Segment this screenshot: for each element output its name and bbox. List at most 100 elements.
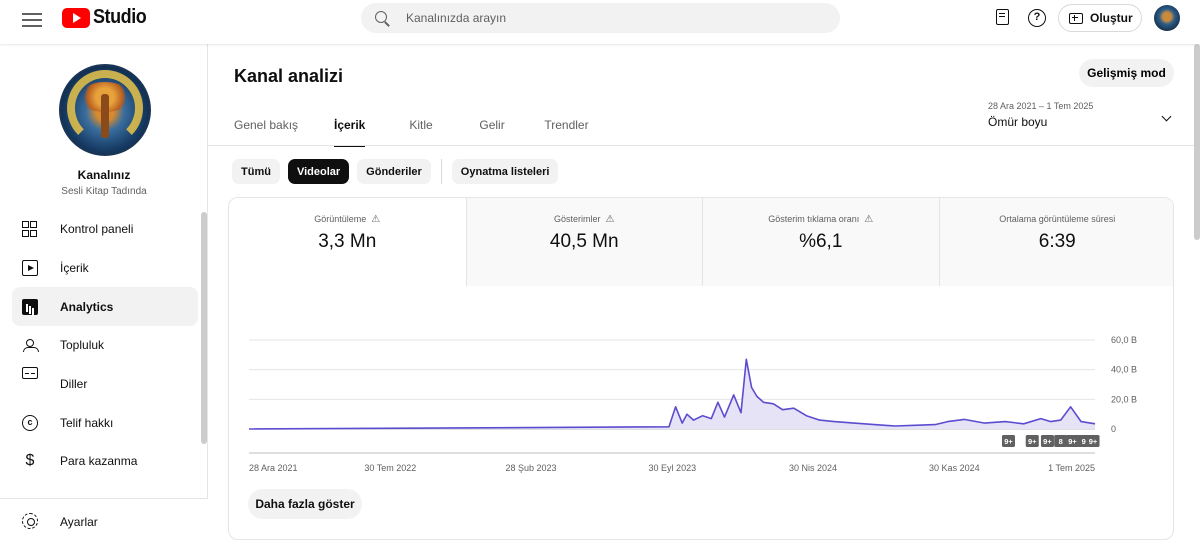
advanced-mode-button[interactable]: Gelişmiş mod [1079,59,1174,87]
date-range-picker[interactable]: 28 Ara 2021 – 1 Tem 2025 Ömür boyu [988,101,1178,133]
sidebar-item-analytics[interactable]: Analytics [12,287,198,327]
analytics-icon [22,298,38,315]
tab-content[interactable]: İçerik [334,118,366,147]
sidebar-item-community[interactable]: Topluluk [12,326,198,365]
chip-playlists[interactable]: Oynatma listeleri [451,159,559,184]
gear-icon [22,513,38,529]
sidebar-nav: Kontrol paneli İçerik Analytics Topluluk… [12,210,198,481]
sidebar: Kanalınız Sesli Kitap Tadında Kontrol pa… [0,44,208,544]
metric-label-text: Gösterim tıklama oranı [768,214,860,224]
x-tick-label: 28 Ara 2021 [249,463,298,473]
sidebar-item-copyright[interactable]: c Telif hakkı [12,403,198,442]
date-range-label: Ömür boyu [988,115,1048,129]
dashboard-icon [22,221,38,238]
copyright-icon: c [22,414,38,431]
video-marker-label: 9+ [1043,437,1052,446]
chip-all[interactable]: Tümü [232,159,280,184]
metric-label: Ortalama görüntüleme süresi [940,214,1174,224]
metric-views[interactable]: Görüntüleme ⚠ 3,3 Mn [229,198,466,286]
subtitles-icon [22,366,38,379]
add-video-icon [1069,12,1083,24]
metric-label: Gösterim tıklama oranı ⚠ [703,214,939,225]
dollar-icon: $ [25,452,35,470]
content-type-chips: Tümü Videolar Gönderiler Oynatma listele… [232,159,566,184]
sidebar-item-label: Kontrol paneli [60,222,134,237]
video-marker-label: 9+ [1004,437,1013,446]
tab-revenue[interactable]: Gelir [479,118,544,146]
help-icon[interactable]: ? [1028,9,1046,27]
sidebar-item-label: Topluluk [60,338,105,353]
account-avatar[interactable] [1154,5,1180,31]
chip-divider [440,159,442,184]
analytics-card: Görüntüleme ⚠ 3,3 Mn Gösterimler ⚠ 40,5 Mn… [228,197,1174,540]
views-chart: 60,0 B 40,0 B 20,0 B 0 9+ 9+ 9+ 8 9+ 9 9+ 28 Ara 20… [229,286,1173,486]
feedback-icon[interactable] [996,9,1009,25]
channel-handle: Sesli Kitap Tadında [61,186,147,197]
metric-avg-view-duration[interactable]: Ortalama görüntüleme süresi 6:39 [938,198,1174,286]
metric-label-text: Görüntüleme [314,214,367,224]
settings-label: Ayarlar [60,515,98,529]
sidebar-item-label: Diller [60,377,88,392]
channel-avatar[interactable] [59,64,151,156]
page-title: Kanal analizi [234,66,344,86]
tab-trends[interactable]: Trendler [544,118,588,146]
x-tick-label: 30 Nis 2024 [789,463,837,473]
date-range-dates: 28 Ara 2021 – 1 Tem 2025 [988,101,1094,111]
x-tick-label: 30 Kas 2024 [929,463,980,473]
sidebar-item-monetization[interactable]: $ Para kazanma [12,442,198,481]
warning-icon: ⚠ [864,214,874,225]
tab-overview[interactable]: Genel bakış [234,118,334,146]
create-button[interactable]: Oluştur [1058,4,1142,32]
x-tick-label: 28 Şub 2023 [505,463,556,473]
tabs-divider [208,145,1200,146]
search-input[interactable] [406,11,806,25]
community-icon [22,337,39,353]
search-bar[interactable] [361,3,840,33]
youtube-play-icon [62,7,90,28]
metric-value: 3,3 Mn [318,231,377,252]
metric-tabs: Görüntüleme ⚠ 3,3 Mn Gösterimler ⚠ 40,5 Mn… [229,198,1174,286]
content-icon [22,260,38,277]
show-more-button[interactable]: Daha fazla göster [248,489,362,519]
metric-value: %6,1 [799,231,843,252]
metric-ctr[interactable]: Gösterim tıklama oranı ⚠ %6,1 [702,198,939,286]
sidebar-item-settings[interactable]: Ayarlar [0,498,208,544]
sidebar-item-content[interactable]: İçerik [12,249,198,288]
sidebar-item-label: Analytics [60,299,114,314]
video-marker-label: 9+ [1089,437,1098,446]
sidebar-item-label: İçerik [60,261,89,276]
main-content: Kanal analizi Gelişmiş mod Genel bakış İ… [208,44,1200,544]
video-marker-label: 8 [1059,437,1063,446]
metric-label: Görüntüleme ⚠ [229,214,466,225]
analytics-tabs: Genel bakış İçerik Kitle Gelir Trendler [234,118,589,147]
video-marker-label: 9+ [1068,437,1077,446]
metric-label-text: Ortalama görüntüleme süresi [999,214,1116,224]
channel-name: Kanalınız [77,168,131,182]
chip-videos[interactable]: Videolar [287,159,350,184]
x-tick-label: 1 Tem 2025 [1048,463,1095,473]
metric-label: Gösterimler ⚠ [467,214,703,225]
main-scrollbar[interactable] [1194,44,1200,240]
video-marker-label: 9 [1082,437,1086,446]
sidebar-item-label: Telif hakkı [60,415,114,430]
y-tick-label: 40,0 B [1111,365,1137,375]
top-bar: Studio ? Oluştur [0,0,1200,44]
tab-audience[interactable]: Kitle [409,118,479,146]
menu-icon[interactable] [22,10,42,28]
y-tick-label: 60,0 B [1111,335,1137,345]
metric-value: 40,5 Mn [549,231,619,252]
y-tick-label: 20,0 B [1111,394,1137,404]
metric-value: 6:39 [1038,231,1076,252]
create-label: Oluştur [1090,11,1133,25]
search-icon[interactable] [375,10,390,26]
chart-svg: 60,0 B40,0 B20,0 B09+ 9+ 9+ 8 9+ 9 9+28 Ara 20… [248,335,1137,473]
warning-icon: ⚠ [605,214,615,225]
metric-impressions[interactable]: Gösterimler ⚠ 40,5 Mn [465,198,703,286]
studio-logo[interactable]: Studio [62,6,152,29]
sidebar-item-languages[interactable]: Diller [12,365,198,404]
chip-posts[interactable]: Gönderiler [357,159,431,184]
sidebar-scrollbar[interactable] [201,212,207,444]
y-tick-label: 0 [1111,424,1116,434]
metric-label-text: Gösterimler [554,214,601,224]
sidebar-item-dashboard[interactable]: Kontrol paneli [12,210,198,249]
